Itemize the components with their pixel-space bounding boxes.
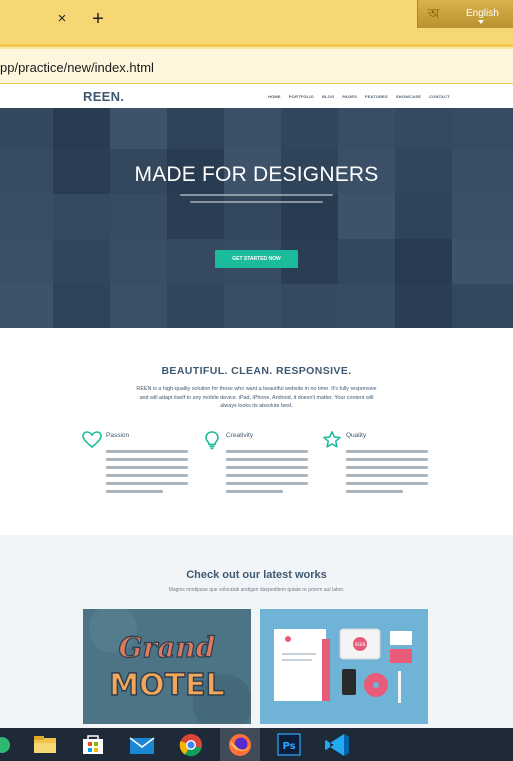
nav-item-pages[interactable]: PAGES — [342, 94, 357, 99]
features-description: REEN is a high-quality solution for thos… — [136, 386, 377, 409]
lightbulb-icon — [205, 431, 219, 450]
microsoft-store-icon — [83, 735, 103, 754]
get-started-button[interactable]: GET STARTED NOW — [215, 250, 298, 268]
nav-item-features[interactable]: FEATURES — [365, 94, 388, 99]
file-explorer-icon — [34, 736, 56, 753]
feature-title: Creativity — [226, 432, 254, 439]
url-input[interactable]: pp/practice/new/index.html — [0, 49, 513, 83]
features-title: BEAUTIFUL. CLEAN. RESPONSIVE. — [161, 365, 352, 377]
tab-close-icon[interactable]: × — [55, 11, 69, 26]
work-thumbnail-grand-motel[interactable]: Grand MOTEL — [83, 609, 251, 724]
address-bar: pp/practice/new/index.html — [0, 44, 513, 84]
green-app-icon — [0, 737, 10, 753]
mail-icon — [129, 737, 155, 754]
heart-icon — [82, 431, 102, 449]
nav-item-portfolio[interactable]: PORTFOLIO — [289, 94, 314, 99]
site-menu: HOME PORTFOLIO BLOG PAGES FEATURES SHOWC… — [268, 94, 450, 99]
language-glyph-icon: অ — [428, 7, 440, 22]
windows-taskbar: Ps — [0, 728, 513, 761]
nav-item-home[interactable]: HOME — [268, 94, 281, 99]
hero-overlay — [0, 108, 513, 328]
site-navbar: REEN. HOME PORTFOLIO BLOG PAGES FEATURES… — [0, 84, 513, 108]
mail-button[interactable] — [122, 728, 162, 761]
nav-item-contact[interactable]: CONTACT — [429, 94, 450, 99]
feature-title: Quality — [346, 432, 367, 439]
hero-title: MADE FOR DESIGNERS — [134, 163, 379, 186]
feature-text-lines — [346, 450, 428, 498]
nav-item-blog[interactable]: BLOG — [322, 94, 334, 99]
partial-taskbar-icon[interactable] — [0, 728, 20, 761]
grand-motel-line2: MOTEL — [109, 668, 224, 703]
photoshop-label: Ps — [282, 741, 295, 752]
url-text: pp/practice/new/index.html — [0, 60, 154, 75]
feature-text-lines — [226, 450, 308, 498]
nav-item-showcase[interactable]: SHOWCASE — [396, 94, 421, 99]
grand-motel-artwork: Grand MOTEL — [83, 609, 251, 724]
grand-motel-line1: Grand — [119, 631, 216, 664]
stationery-mockup-artwork: REEN — [260, 609, 428, 724]
hero-subtext-line — [180, 194, 333, 196]
stationery-badge-label: REEN — [355, 642, 366, 647]
language-button[interactable]: অ English — [417, 0, 513, 28]
works-subtitle: Magnis modipsae que voloratati andigen d… — [168, 587, 345, 593]
hero-section: MADE FOR DESIGNERS GET STARTED NOW — [0, 108, 513, 328]
vscode-icon — [325, 734, 349, 756]
photoshop-icon: Ps — [277, 733, 301, 756]
new-tab-icon[interactable]: + — [90, 9, 106, 29]
work-thumbnail-stationery[interactable]: REEN — [260, 609, 428, 724]
firefox-button[interactable] — [220, 728, 260, 761]
hero-subtext-line — [190, 201, 323, 203]
site-logo[interactable]: REEN. — [83, 89, 124, 104]
browser-tab-bar: × + অ English — [0, 0, 513, 44]
vscode-button[interactable] — [318, 728, 358, 761]
star-icon — [323, 431, 341, 448]
features-section: BEAUTIFUL. CLEAN. RESPONSIVE. REEN is a … — [0, 328, 513, 535]
web-page: REEN. HOME PORTFOLIO BLOG PAGES FEATURES… — [0, 84, 513, 728]
feature-title: Passion — [106, 432, 130, 439]
works-title: Check out our latest works — [186, 569, 327, 581]
chrome-button[interactable] — [171, 728, 211, 761]
file-explorer-button[interactable] — [25, 728, 65, 761]
chevron-down-icon — [478, 20, 484, 24]
photoshop-button[interactable]: Ps — [269, 728, 309, 761]
microsoft-store-button[interactable] — [73, 728, 113, 761]
feature-text-lines — [106, 450, 188, 498]
firefox-icon — [229, 734, 251, 756]
language-label: English — [466, 8, 499, 19]
works-section: Check out our latest works Magnis modips… — [0, 535, 513, 728]
chrome-icon — [179, 734, 202, 757]
